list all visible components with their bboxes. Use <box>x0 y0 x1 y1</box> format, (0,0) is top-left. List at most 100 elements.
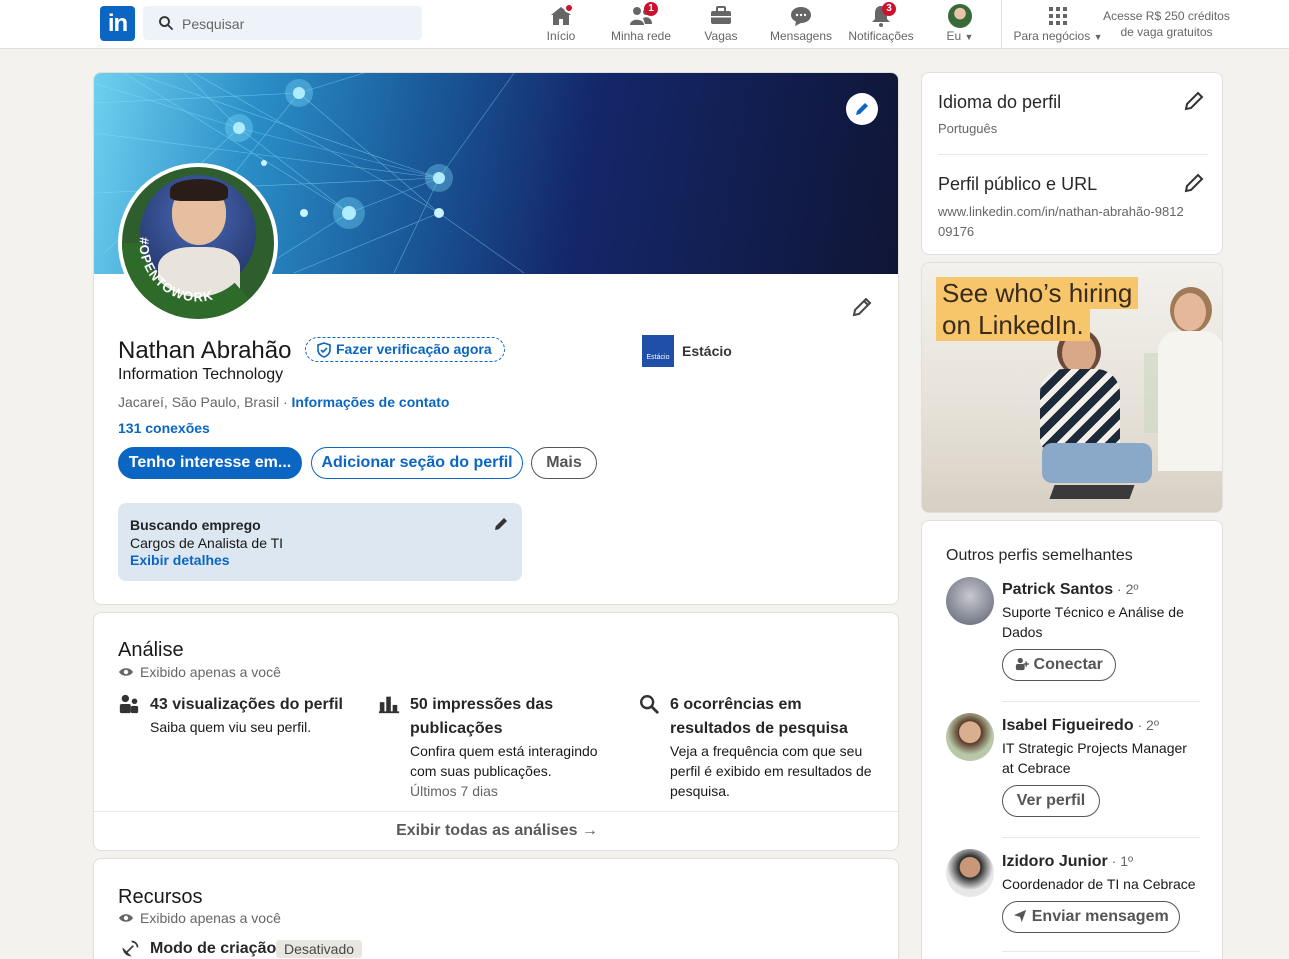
search-icon <box>640 695 659 714</box>
contact-info-link[interactable]: Informações de contato <box>292 394 450 410</box>
edit-language-pencil-icon[interactable] <box>1182 89 1206 113</box>
search-input[interactable]: Pesquisar <box>182 16 244 32</box>
profile-location: Jacareí, São Paulo, Brasil <box>118 394 280 410</box>
nav-business[interactable]: Para negócios ▼ <box>1012 0 1104 49</box>
avatar-small <box>948 4 972 28</box>
ad-person2-face <box>1174 293 1206 331</box>
resources-card: Recursos Exibido apenas a você Modo de c… <box>93 858 899 959</box>
avatar[interactable] <box>946 849 994 897</box>
connect-button[interactable]: Conectar <box>1002 649 1116 681</box>
connection-degree: · 2º <box>1113 581 1139 597</box>
nav-business-label: Para negócios ▼ <box>1013 29 1103 43</box>
person-name: Izidoro Junior <box>1002 853 1108 870</box>
search-icon <box>159 16 173 30</box>
ad-headline-line2: on LinkedIn. <box>936 309 1090 341</box>
analytics-card: Análise Exibido apenas a você 43 visuali… <box>93 612 899 851</box>
private-label: Exibido apenas a você <box>140 910 281 926</box>
person-name: Isabel Figueiredo <box>1002 717 1134 734</box>
person-name: Patrick Santos <box>1002 581 1114 598</box>
send-icon <box>1014 909 1027 923</box>
open-to-work-roles: Cargos de Analista de TI <box>130 535 284 551</box>
search-desc: Veja a frequência com que seu perfil é e… <box>670 743 872 799</box>
open-to-work-box[interactable]: Buscando emprego Cargos de Analista de T… <box>118 503 522 581</box>
separator-dot: · <box>279 394 292 410</box>
pencil-icon <box>856 103 868 115</box>
divider <box>938 154 1208 155</box>
home-dot-badge <box>564 3 574 13</box>
open-to-button[interactable]: Tenho interesse em... <box>118 447 302 479</box>
grid-icon <box>1049 7 1067 25</box>
analytics-title: Análise <box>118 639 184 661</box>
add-person-icon <box>1015 657 1030 671</box>
resources-title: Recursos <box>118 886 203 908</box>
views-count: 43 visualizações do perfil <box>150 696 343 713</box>
show-all-analytics-link[interactable]: Exibir todas as análises → <box>94 811 898 850</box>
nav-messages-label: Mensagens <box>769 29 833 43</box>
ad-person-jeans <box>1042 443 1152 483</box>
show-details-link[interactable]: Exibir detalhes <box>130 552 230 568</box>
profile-language-value: Português <box>938 121 998 136</box>
creator-mode-status-badge: Desativado <box>276 940 363 958</box>
person-name-row[interactable]: Isabel Figueiredo · 2º <box>1002 717 1159 735</box>
view-profile-button[interactable]: Ver perfil <box>1002 785 1100 817</box>
views-desc: Saiba quem viu seu perfil. <box>150 719 312 735</box>
private-label: Exibido apenas a você <box>140 664 281 680</box>
public-url-value[interactable]: www.linkedin.com/in/nathan-abrahão-98120… <box>938 202 1188 242</box>
profile-headline: Information Technology <box>118 366 284 383</box>
nav-network[interactable]: 1 Minha rede <box>606 0 676 49</box>
person-name-row[interactable]: Izidoro Junior · 1º <box>1002 853 1133 871</box>
eye-icon <box>119 668 133 676</box>
person-headline: Suporte Técnico e Análise de Dados <box>1002 604 1184 640</box>
profile-photo[interactable]: #OPENTOWORK <box>118 163 278 323</box>
linkedin-logo[interactable]: in <box>100 6 135 41</box>
profile-card: #OPENTOWORK Nathan Abrahão Fazer verific… <box>93 72 899 605</box>
connection-degree: · 1º <box>1107 853 1134 869</box>
nav-network-label: Minha rede <box>610 29 672 43</box>
add-section-button[interactable]: Adicionar seção do perfil <box>311 447 523 479</box>
creator-mode-label[interactable]: Modo de criação <box>150 940 276 958</box>
network-badge: 1 <box>644 2 658 16</box>
similar-profiles-card: Outros perfis semelhantes Patrick Santos… <box>921 520 1223 959</box>
connection-degree: · 2º <box>1133 717 1159 733</box>
company-name[interactable]: Estácio <box>682 343 732 359</box>
avatar[interactable] <box>946 577 994 625</box>
profile-language-title: Idioma do perfil <box>938 92 1062 112</box>
nav-home[interactable]: Início <box>536 0 586 49</box>
connections-link[interactable]: 131 conexões <box>118 420 210 436</box>
location-row: Jacareí, São Paulo, Brasil · Informações… <box>118 394 449 410</box>
search-box[interactable]: Pesquisar <box>143 6 422 40</box>
edit-intro-pencil-icon[interactable] <box>850 295 874 319</box>
nav-jobs[interactable]: Vagas <box>696 0 746 49</box>
company-logo[interactable]: Estácio <box>642 335 674 367</box>
nav-me[interactable]: Eu ▼ <box>936 0 984 49</box>
avatar[interactable] <box>946 713 994 761</box>
edit-url-pencil-icon[interactable] <box>1182 171 1206 195</box>
job-credit-promo[interactable]: Acesse R$ 250 créditos de vaga gratuitos <box>1100 8 1233 40</box>
person-name-row[interactable]: Patrick Santos · 2º <box>1002 581 1139 599</box>
person-headline: Coordenador de TI na Cebrace <box>1002 876 1196 892</box>
impressions-desc: Confira quem está interagindo com suas p… <box>410 743 598 779</box>
avatar-image: #OPENTOWORK <box>122 167 274 319</box>
nav-jobs-label: Vagas <box>704 29 738 43</box>
nav-notifications[interactable]: 3 Notificações <box>846 0 916 49</box>
profile-settings-card: Idioma do perfil Português Perfil públic… <box>921 72 1223 255</box>
send-message-button[interactable]: Enviar mensagem <box>1002 901 1180 933</box>
impressions-period: Últimos 7 dias <box>410 783 498 799</box>
verify-button[interactable]: Fazer verificação agora <box>305 337 505 362</box>
edit-banner-button[interactable] <box>846 93 878 125</box>
nav-messages[interactable]: Mensagens <box>766 0 836 49</box>
more-button[interactable]: Mais <box>531 447 597 479</box>
private-note: Exibido apenas a você <box>118 910 281 926</box>
pencil-icon[interactable] <box>492 515 510 533</box>
similar-profiles-title: Outros perfis semelhantes <box>946 547 1133 564</box>
hiring-ad[interactable]: See who’s hiring on LinkedIn. <box>921 262 1223 513</box>
impressions-count: 50 impressões das publicações <box>410 696 554 737</box>
ad-laptop <box>1049 485 1135 499</box>
ad-person-shirt <box>1040 369 1120 449</box>
message-icon <box>791 7 811 26</box>
people-icon <box>119 694 139 714</box>
private-note: Exibido apenas a você <box>118 664 281 680</box>
bar-chart-icon <box>378 696 400 714</box>
chevron-down-icon: ▼ <box>964 32 974 42</box>
top-nav: in Pesquisar Início 1 Minha rede Vagas M… <box>0 0 1289 49</box>
